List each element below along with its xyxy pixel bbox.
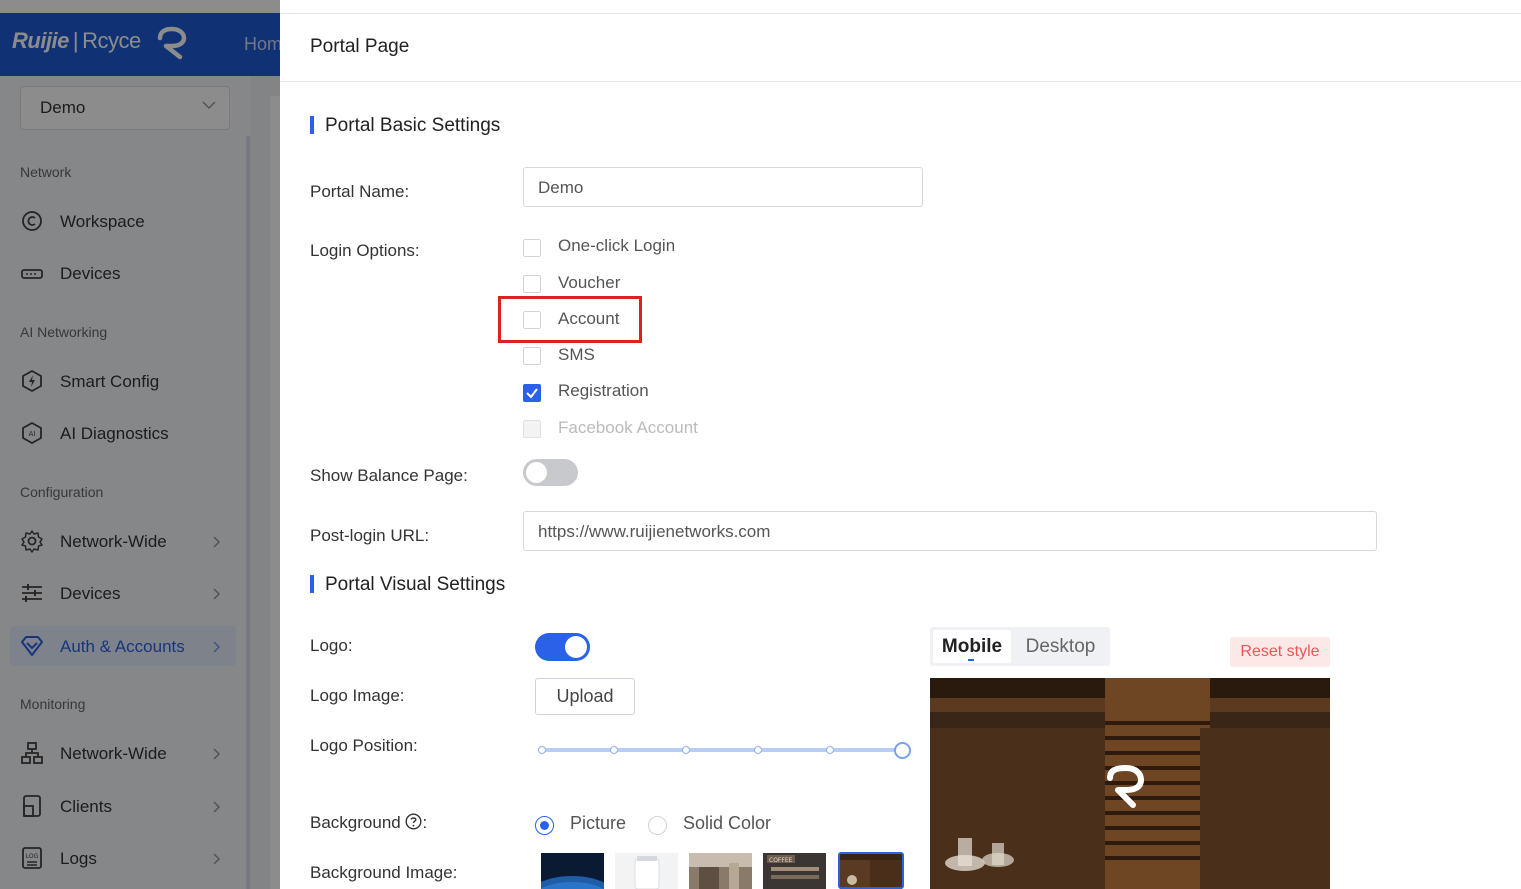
facebook-account-label: Facebook Account: [558, 418, 698, 437]
picture-radio[interactable]: [535, 816, 554, 835]
portal-preview-image: [930, 678, 1330, 889]
solid-color-label[interactable]: Solid Color: [683, 813, 771, 834]
upload-button[interactable]: Upload: [535, 678, 635, 715]
logo-label: Logo:: [310, 636, 353, 655]
tab-active-indicator: [968, 659, 974, 661]
section-accent-bar: [310, 116, 314, 134]
portal-name-value: Demo: [538, 178, 584, 197]
slider-step-dot[interactable]: [682, 746, 690, 754]
sms-label[interactable]: SMS: [558, 345, 595, 365]
registration-checkbox[interactable]: [523, 384, 541, 402]
sms-checkbox[interactable]: [523, 347, 541, 365]
drawer-title: Portal Page: [310, 36, 410, 57]
solid-color-radio[interactable]: [648, 816, 667, 835]
background-image-label: Background Image:: [310, 863, 458, 882]
post-login-url-value: https://www.ruijienetworks.com: [538, 522, 771, 541]
portal-name-label: Portal Name:: [310, 182, 410, 201]
slider-step-dot[interactable]: [538, 746, 546, 754]
visual-settings-title: Portal Visual Settings: [325, 574, 506, 595]
background-thumb-device[interactable]: [615, 853, 678, 889]
slider-handle[interactable]: [894, 742, 911, 759]
post-login-url-label: Post-login URL:: [310, 526, 430, 545]
one-click-login-checkbox[interactable]: [523, 239, 541, 257]
one-click-login-label[interactable]: One-click Login: [558, 236, 675, 256]
selected-thumb-border: [838, 852, 904, 889]
drawer-divider: [280, 81, 1521, 82]
login-options-label: Login Options:: [310, 241, 420, 260]
toggle-knob: [565, 636, 587, 658]
registration-label[interactable]: Registration: [558, 381, 649, 401]
show-balance-label: Show Balance Page:: [310, 466, 468, 485]
toggle-knob: [526, 462, 547, 483]
slider-step-dot[interactable]: [826, 746, 834, 754]
basic-settings-title: Portal Basic Settings: [325, 115, 501, 136]
slider-step-dot[interactable]: [754, 746, 762, 754]
background-thumb-earth[interactable]: [541, 853, 604, 889]
slider-step-dot[interactable]: [610, 746, 618, 754]
logo-image-label: Logo Image:: [310, 686, 405, 705]
background-thumb-coffee[interactable]: COFFEE: [763, 853, 826, 889]
modal-overlay[interactable]: [0, 0, 280, 889]
logo-position-slider[interactable]: [542, 748, 903, 752]
voucher-checkbox[interactable]: [523, 275, 541, 293]
reset-style-button[interactable]: Reset style: [1230, 637, 1330, 667]
account-highlight-box: [498, 296, 642, 343]
facebook-account-checkbox: [523, 420, 541, 438]
background-label: Background :: [310, 813, 428, 832]
question-circle-icon[interactable]: [405, 813, 422, 830]
svg-text:COFFEE: COFFEE: [769, 857, 793, 864]
tab-desktop[interactable]: Desktop: [1013, 630, 1108, 663]
background-thumb-room[interactable]: [689, 853, 752, 889]
voucher-label[interactable]: Voucher: [558, 273, 620, 293]
logo-position-label: Logo Position:: [310, 736, 418, 755]
checkmark-icon: [526, 388, 538, 399]
picture-label[interactable]: Picture: [570, 813, 626, 834]
section-accent-bar: [310, 575, 314, 593]
